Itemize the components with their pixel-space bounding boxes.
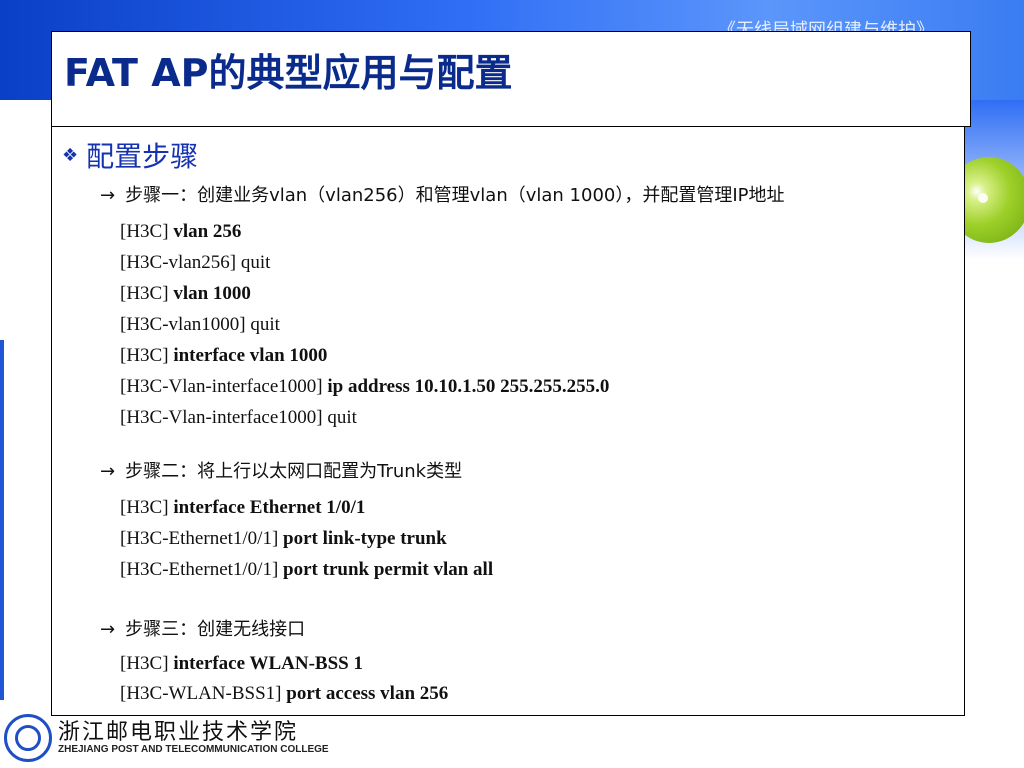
college-logo-icon bbox=[4, 714, 52, 762]
college-name-en: ZHEJIANG POST AND TELECOMMUNICATION COLL… bbox=[58, 744, 329, 755]
command-prompt: [H3C-Ethernet1/0/1] bbox=[120, 559, 279, 580]
section-heading-text: 配置步骤 bbox=[86, 140, 199, 173]
command-text: port trunk permit vlan all bbox=[283, 559, 494, 580]
command-prompt: [H3C-Vlan-interface1000] quit bbox=[120, 407, 357, 428]
arrow-icon: → bbox=[100, 619, 116, 640]
command-text: interface Ethernet 1/0/1 bbox=[173, 497, 366, 518]
command-text: port link-type trunk bbox=[283, 528, 447, 549]
command-line: [H3C] vlan 256 bbox=[120, 221, 241, 243]
command-prompt: [H3C] bbox=[120, 497, 169, 518]
step-2: → 步骤二：将上行以太网口配置为Trunk类型 bbox=[100, 457, 462, 483]
college-name-cn: 浙江邮电职业技术学院 bbox=[58, 720, 299, 745]
command-line: [H3C-Ethernet1/0/1] port link-type trunk bbox=[120, 528, 447, 550]
command-line: [H3C-Vlan-interface1000] ip address 10.1… bbox=[120, 376, 609, 398]
command-prompt: [H3C-Vlan-interface1000] bbox=[120, 376, 323, 397]
command-text: vlan 256 bbox=[173, 221, 242, 242]
left-accent-stripe bbox=[0, 340, 4, 700]
logo-emblem bbox=[15, 725, 41, 751]
command-line: [H3C-vlan256] quit bbox=[120, 252, 270, 274]
content-box: ❖ 配置步骤 → 步骤一：创建业务vlan（vlan256）和管理vlan（vla… bbox=[51, 126, 965, 716]
command-prompt: [H3C] bbox=[120, 653, 169, 674]
diamond-bullet-icon: ❖ bbox=[62, 144, 79, 166]
command-text: ip address 10.10.1.50 255.255.255.0 bbox=[327, 376, 610, 397]
command-prompt: [H3C] bbox=[120, 283, 169, 304]
command-text: interface vlan 1000 bbox=[173, 345, 328, 366]
title-box: FAT AP的典型应用与配置 bbox=[51, 31, 971, 127]
step-1: → 步骤一：创建业务vlan（vlan256）和管理vlan（vlan 1000）… bbox=[100, 181, 785, 207]
step-1-label: 步骤一：创建业务vlan（vlan256）和管理vlan（vlan 1000），… bbox=[125, 185, 785, 206]
command-line: [H3C-Vlan-interface1000] quit bbox=[120, 407, 357, 429]
arrow-icon: → bbox=[100, 185, 116, 206]
command-prompt: [H3C] bbox=[120, 345, 169, 366]
command-line: [H3C-Ethernet1/0/1] port trunk permit vl… bbox=[120, 559, 493, 581]
command-line: [H3C] interface vlan 1000 bbox=[120, 345, 327, 367]
ball-highlight bbox=[978, 193, 988, 203]
footer: 浙江邮电职业技术学院 ZHEJIANG POST AND TELECOMMUNI… bbox=[0, 706, 400, 768]
section-heading: ❖ 配置步骤 bbox=[62, 135, 198, 175]
step-3-label: 步骤三：创建无线接口 bbox=[125, 619, 306, 640]
command-text: interface WLAN-BSS 1 bbox=[173, 653, 363, 674]
command-line: [H3C] interface Ethernet 1/0/1 bbox=[120, 497, 365, 519]
command-prompt: [H3C] bbox=[120, 221, 169, 242]
command-prompt: [H3C-Ethernet1/0/1] bbox=[120, 528, 279, 549]
command-prompt: [H3C-vlan256] quit bbox=[120, 252, 271, 273]
arrow-icon: → bbox=[100, 461, 116, 482]
command-prompt: [H3C-WLAN-BSS1] bbox=[120, 683, 282, 704]
step-2-label: 步骤二：将上行以太网口配置为Trunk类型 bbox=[125, 461, 463, 482]
command-text: vlan 1000 bbox=[173, 283, 251, 304]
slide-title: FAT AP的典型应用与配置 bbox=[64, 51, 513, 95]
command-prompt: [H3C-vlan1000] quit bbox=[120, 314, 280, 335]
command-line: [H3C] interface WLAN-BSS 1 bbox=[120, 653, 363, 675]
command-line: [H3C-WLAN-BSS1] port access vlan 256 bbox=[120, 683, 448, 705]
command-line: [H3C-vlan1000] quit bbox=[120, 314, 280, 336]
command-line: [H3C] vlan 1000 bbox=[120, 283, 251, 305]
step-3: → 步骤三：创建无线接口 bbox=[100, 615, 305, 641]
command-text: port access vlan 256 bbox=[286, 683, 449, 704]
